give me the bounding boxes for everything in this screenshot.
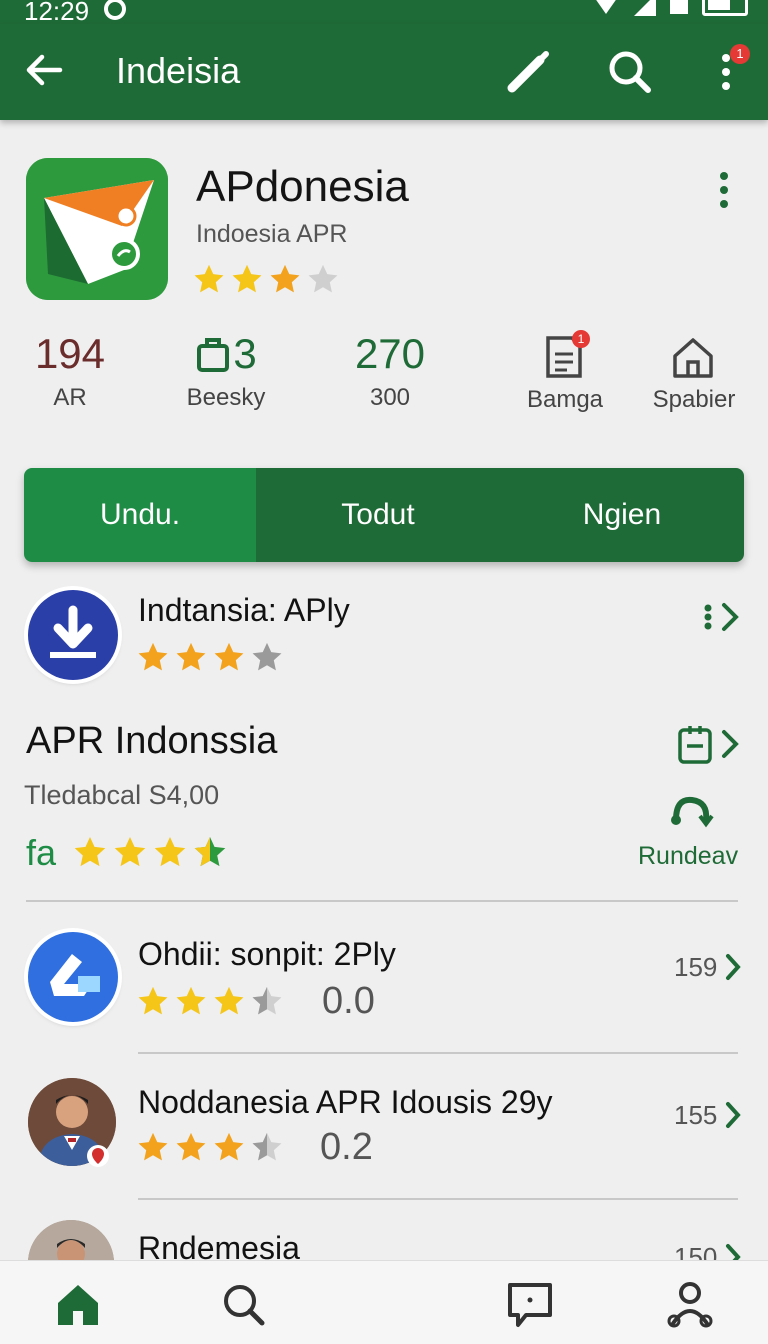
list-item-count: 155 (674, 1100, 718, 1130)
search-icon[interactable] (604, 46, 656, 98)
star-empty-icon (252, 642, 282, 671)
divider (26, 900, 738, 902)
star-icon (176, 986, 206, 1015)
tab-todut[interactable]: Todut (256, 468, 500, 562)
star-icon (214, 642, 244, 671)
list-item-icon[interactable] (28, 932, 118, 1022)
promo-prefix: fa (26, 832, 57, 873)
list-item-stars (136, 984, 284, 1018)
promo-action-label[interactable]: Rundeav (638, 842, 738, 871)
list-item-count: 159 (674, 952, 718, 982)
nav-search-icon[interactable] (214, 1275, 274, 1335)
star-icon (232, 264, 262, 293)
sim-icon (670, 0, 688, 14)
home-icon (673, 338, 713, 378)
stat-bamga[interactable]: 1 Bamga (518, 330, 612, 414)
bottom-navigation (0, 1260, 768, 1344)
app-more-icon[interactable] (712, 168, 736, 212)
notification-icon (104, 0, 126, 20)
divider (138, 1198, 738, 1200)
star-icon (154, 837, 186, 867)
app-bar-title: Indeisia (116, 50, 241, 91)
chevron-right-icon[interactable] (724, 1100, 742, 1130)
stat-spabier[interactable]: Spabier (640, 330, 748, 414)
promo-title[interactable]: APR Indonssia (26, 720, 277, 763)
bag-icon (197, 338, 230, 372)
app-logo (26, 158, 168, 300)
download-app-icon[interactable] (28, 590, 118, 680)
star-icon (138, 642, 168, 671)
star-icon (114, 837, 146, 867)
star-icon (176, 1132, 206, 1161)
star-half-icon (252, 1132, 282, 1161)
list-item-title[interactable]: Ohdii: sonpit: 2Ply (138, 936, 396, 973)
tab-undu[interactable]: Undu. (24, 468, 256, 562)
status-time: 12:29 (24, 0, 90, 26)
list-item-title[interactable]: Noddanesia APR Idousis 29y (138, 1084, 552, 1121)
featured-item-title[interactable]: Indtansia: APly (138, 592, 350, 629)
status-bar: 12:29 (0, 0, 768, 26)
tab-ngien[interactable]: Ngien (500, 468, 744, 562)
star-icon (214, 1132, 244, 1161)
promo-stars (72, 834, 228, 870)
tab-bar: Undu. Todut Ngien (24, 468, 744, 562)
promo-calendar-chevron-icon[interactable] (676, 722, 744, 768)
star-icon (214, 986, 244, 1015)
app-subtitle: Indoesia APR (196, 220, 348, 248)
star-icon (270, 264, 300, 293)
star-icon (176, 642, 206, 671)
list-item-rating: 0.0 (322, 980, 375, 1022)
nav-profile-icon[interactable] (660, 1275, 720, 1335)
signal-icon (634, 0, 656, 16)
stat-beesky: 3 Beesky (186, 330, 266, 411)
list-item-rating: 0.2 (320, 1126, 373, 1168)
stats-row: 194 AR 3 Beesky 270 300 1 Bamga Spabier (0, 330, 768, 430)
divider (138, 1052, 738, 1054)
back-arrow-icon[interactable] (22, 48, 66, 92)
location-pin-icon (87, 1145, 109, 1167)
battery-icon (702, 0, 748, 16)
edit-pencil-icon[interactable] (502, 46, 554, 98)
app-rating-stars (192, 262, 340, 296)
star-half-icon (194, 837, 226, 867)
star-icon (138, 986, 168, 1015)
app-name: APdonesia (196, 162, 409, 211)
refresh-icon[interactable] (666, 790, 714, 834)
star-half-icon (252, 986, 282, 1015)
stat-270: 270 300 (354, 330, 426, 411)
notification-badge: 1 (730, 44, 750, 64)
stat-badge: 1 (572, 330, 590, 348)
star-icon (194, 264, 224, 293)
app-bar: Indeisia 1 (0, 24, 768, 120)
featured-more-chevron-icon[interactable] (700, 600, 744, 634)
featured-item-stars (136, 640, 284, 674)
star-empty-icon (308, 264, 338, 293)
chevron-right-icon[interactable] (724, 952, 742, 982)
star-icon (138, 1132, 168, 1161)
promo-subtitle: Tledabcal S4,00 (24, 780, 220, 810)
list-item-stars (136, 1130, 284, 1164)
star-icon (74, 837, 106, 867)
wifi-icon (592, 0, 620, 14)
nav-home-icon[interactable] (48, 1275, 108, 1335)
stat-ar: 194 AR (34, 330, 106, 411)
nav-messages-icon[interactable] (500, 1275, 560, 1335)
